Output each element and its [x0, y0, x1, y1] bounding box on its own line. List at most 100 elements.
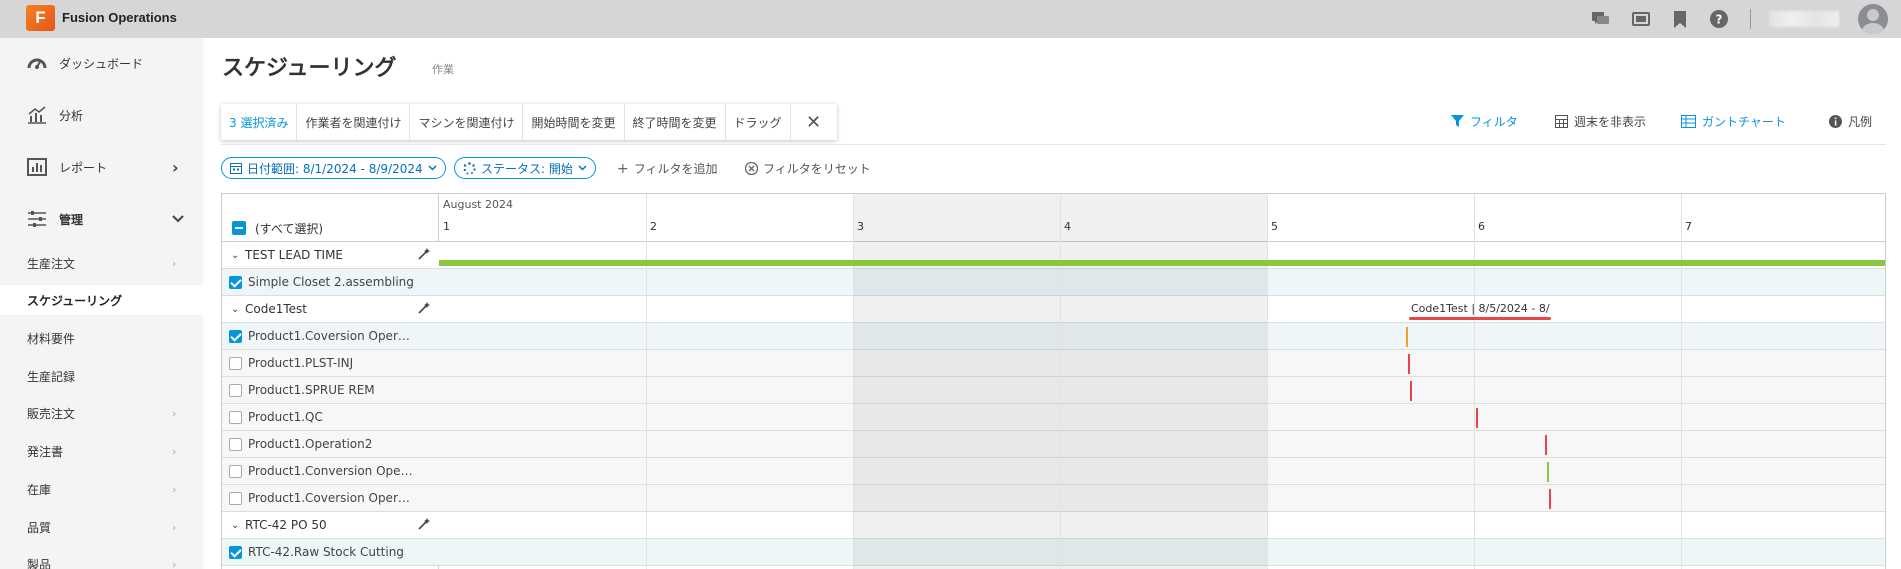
dashboard-icon: [27, 54, 47, 72]
legend-button[interactable]: 凡例: [1829, 113, 1872, 130]
task-label: Product1.PLST-INJ: [248, 356, 354, 370]
gantt-task-marker[interactable]: [1549, 489, 1551, 509]
row-checkbox[interactable]: [229, 329, 242, 343]
nav-quality[interactable]: 品質 ›: [0, 512, 203, 542]
chevron-down-icon[interactable]: ⌄: [231, 304, 239, 315]
plus-icon: +: [617, 160, 629, 177]
task-label: Product1.Operation2: [248, 437, 373, 451]
calendar-grid-icon: [1555, 115, 1568, 128]
gantt-task-marker[interactable]: [1410, 381, 1412, 401]
assign-operator-button[interactable]: 作業者を関連付け: [297, 104, 411, 140]
row-checkbox[interactable]: [229, 437, 242, 451]
task-row[interactable]: Product1.PLST-INJ: [222, 350, 439, 377]
month-label: August 2024: [443, 198, 513, 211]
gantt-bar-code1test[interactable]: [1409, 317, 1551, 320]
task-row[interactable]: Product1.SPRUE REM: [222, 377, 439, 404]
status-filter[interactable]: ステータス: 開始: [454, 157, 596, 179]
date-range-label: 日付範囲: 8/1/2024 - 8/9/2024: [247, 161, 423, 176]
task-row[interactable]: Product1.Coversion Operati…: [222, 485, 439, 512]
task-label: Simple Closet 2.assembling: [248, 275, 414, 289]
filter-button[interactable]: フィルタ: [1451, 113, 1518, 130]
select-all-checkbox[interactable]: [232, 221, 246, 235]
display-icon[interactable]: [1632, 10, 1650, 28]
chevron-down-icon[interactable]: ⌄: [231, 250, 239, 261]
reset-filter-link[interactable]: フィルタをリセット: [745, 160, 871, 177]
app-title[interactable]: Fusion Operations: [62, 10, 177, 25]
gantt-bar-test-lead-time[interactable]: [439, 260, 1885, 266]
nav-analytics[interactable]: 分析: [0, 95, 203, 135]
day-gridline: [1267, 194, 1268, 569]
task-label: RTC-42.Raw Stock Cutting: [248, 545, 404, 559]
nav-label: 材料要件: [27, 331, 76, 346]
drag-button[interactable]: ドラッグ: [726, 104, 791, 140]
nav-reports[interactable]: レポート ›: [0, 147, 203, 187]
chevron-right-icon: ›: [172, 406, 177, 420]
gantt-task-marker[interactable]: [1547, 462, 1549, 482]
chevron-right-icon: ›: [172, 256, 177, 270]
close-icon[interactable]: ✕: [791, 104, 837, 140]
magic-wand-icon[interactable]: [418, 517, 430, 533]
magic-wand-icon[interactable]: [418, 247, 430, 263]
nav-purchase-orders[interactable]: 発注書 ›: [0, 436, 203, 466]
nav-label: 販売注文: [27, 406, 76, 421]
nav-dashboard[interactable]: ダッシュボード: [0, 43, 203, 83]
nav-inventory[interactable]: 在庫 ›: [0, 474, 203, 504]
group-row[interactable]: ⌄ RTC-42 PO 50: [222, 512, 439, 539]
add-filter-label: フィルタを追加: [633, 162, 718, 176]
nav-products[interactable]: 製品 ›: [0, 549, 203, 569]
nav-management[interactable]: 管理: [0, 199, 203, 239]
user-avatar[interactable]: [1858, 4, 1888, 34]
gantt-task-marker[interactable]: [1406, 327, 1408, 347]
group-row[interactable]: ⌄ TEST LEAD TIME: [222, 242, 439, 269]
toolbar-separator: [1750, 9, 1751, 29]
change-start-time-button[interactable]: 開始時間を変更: [523, 104, 625, 140]
calendar-icon: [230, 163, 242, 174]
nav-label: 在庫: [27, 482, 52, 497]
filter-label: フィルタ: [1470, 115, 1518, 129]
task-row[interactable]: Product1.Operation2: [222, 431, 439, 458]
help-icon[interactable]: ?: [1710, 10, 1728, 28]
row-checkbox[interactable]: [229, 491, 242, 505]
group-row[interactable]: ⌄ Code1Test: [222, 296, 439, 323]
date-range-filter[interactable]: 日付範囲: 8/1/2024 - 8/9/2024: [221, 157, 446, 179]
user-name-redacted[interactable]: [1769, 11, 1839, 27]
nav-scheduling[interactable]: スケジューリング: [0, 285, 203, 315]
task-row[interactable]: RTC-42.Raw Stock Cutting: [222, 539, 439, 566]
nav-production-orders[interactable]: 生産注文 ›: [0, 248, 203, 278]
hide-weekend-button[interactable]: 週末を非表示: [1555, 113, 1646, 130]
nav-label: 製品: [27, 557, 52, 569]
bookmark-icon[interactable]: [1671, 10, 1689, 28]
task-row[interactable]: Product1.Coversion Operati…: [222, 323, 439, 350]
gantt-icon: [1681, 115, 1696, 128]
settings-sliders-icon: [27, 210, 47, 228]
day-label: 6: [1478, 220, 1485, 233]
nav-material-requirements[interactable]: 材料要件: [0, 323, 203, 353]
gantt-chart-button[interactable]: ガントチャート: [1681, 113, 1786, 130]
task-label: Product1.QC: [248, 410, 323, 424]
chat-icon[interactable]: [1592, 10, 1610, 28]
row-checkbox[interactable]: [229, 275, 242, 289]
top-bar: F Fusion Operations ?: [0, 0, 1901, 38]
nav-sales-orders[interactable]: 販売注文 ›: [0, 398, 203, 428]
gantt-task-marker[interactable]: [1476, 408, 1478, 428]
chevron-down-icon[interactable]: ⌄: [231, 520, 239, 531]
row-checkbox[interactable]: [229, 464, 242, 478]
nav-production-records[interactable]: 生産記録: [0, 361, 203, 391]
add-filter-link[interactable]: + フィルタを追加: [617, 160, 718, 177]
magic-wand-icon[interactable]: [418, 301, 430, 317]
task-row[interactable]: Product1.QC: [222, 404, 439, 431]
row-checkbox[interactable]: [229, 383, 242, 397]
row-checkbox[interactable]: [229, 356, 242, 370]
task-row[interactable]: Simple Closet 2.assembling: [222, 269, 439, 296]
task-row[interactable]: Product1.Conversion Operat…: [222, 458, 439, 485]
day-label: 2: [650, 220, 657, 233]
task-label: Product1.Coversion Operati…: [248, 491, 416, 505]
day-label: 7: [1685, 220, 1692, 233]
change-end-time-button[interactable]: 終了時間を変更: [625, 104, 726, 140]
assign-machine-button[interactable]: マシンを関連付け: [410, 104, 524, 140]
gantt-task-marker[interactable]: [1408, 354, 1410, 374]
gantt-task-marker[interactable]: [1545, 435, 1547, 455]
row-checkbox[interactable]: [229, 410, 242, 424]
app-logo[interactable]: F: [26, 5, 55, 31]
row-checkbox[interactable]: [229, 545, 242, 559]
